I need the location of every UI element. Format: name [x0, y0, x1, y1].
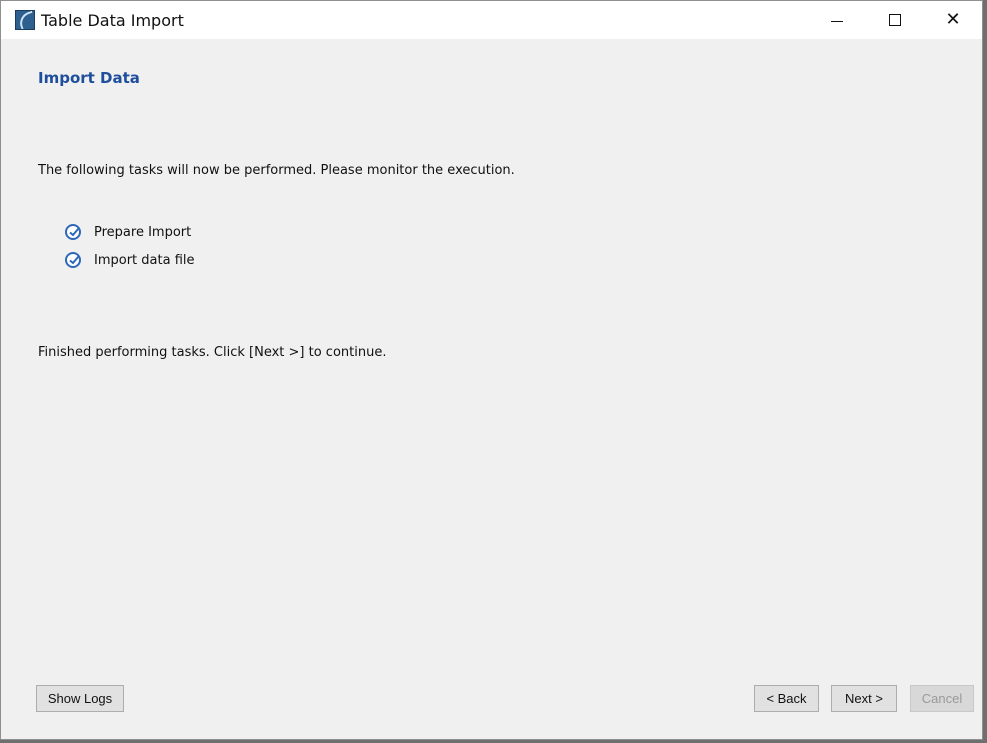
check-circle-icon — [65, 224, 81, 240]
show-logs-button[interactable]: Show Logs — [36, 685, 124, 712]
task-item-import-data-file: Import data file — [65, 252, 195, 268]
close-icon: ✕ — [945, 9, 961, 30]
window-controls: ✕ — [808, 1, 982, 39]
minimize-icon — [831, 20, 843, 22]
close-button[interactable]: ✕ — [924, 1, 982, 39]
page-title: Import Data — [38, 69, 140, 87]
title-bar: Table Data Import ✕ — [1, 1, 982, 39]
next-button[interactable]: Next > — [831, 685, 897, 712]
cancel-button[interactable]: Cancel — [910, 685, 974, 712]
task-label: Prepare Import — [94, 224, 192, 240]
maximize-icon — [889, 14, 901, 26]
finished-message: Finished performing tasks. Click [Next >… — [38, 345, 387, 360]
import-dialog-window: Table Data Import ✕ Import Data The foll… — [0, 0, 983, 740]
task-label: Import data file — [94, 252, 195, 268]
back-button[interactable]: < Back — [754, 685, 819, 712]
check-circle-icon — [65, 252, 81, 268]
window-title: Table Data Import — [41, 10, 184, 30]
minimize-button[interactable] — [808, 1, 866, 39]
task-item-prepare-import: Prepare Import — [65, 224, 191, 240]
app-logo-icon — [15, 10, 35, 30]
maximize-button[interactable] — [866, 1, 924, 39]
page-description: The following tasks will now be performe… — [38, 163, 515, 178]
